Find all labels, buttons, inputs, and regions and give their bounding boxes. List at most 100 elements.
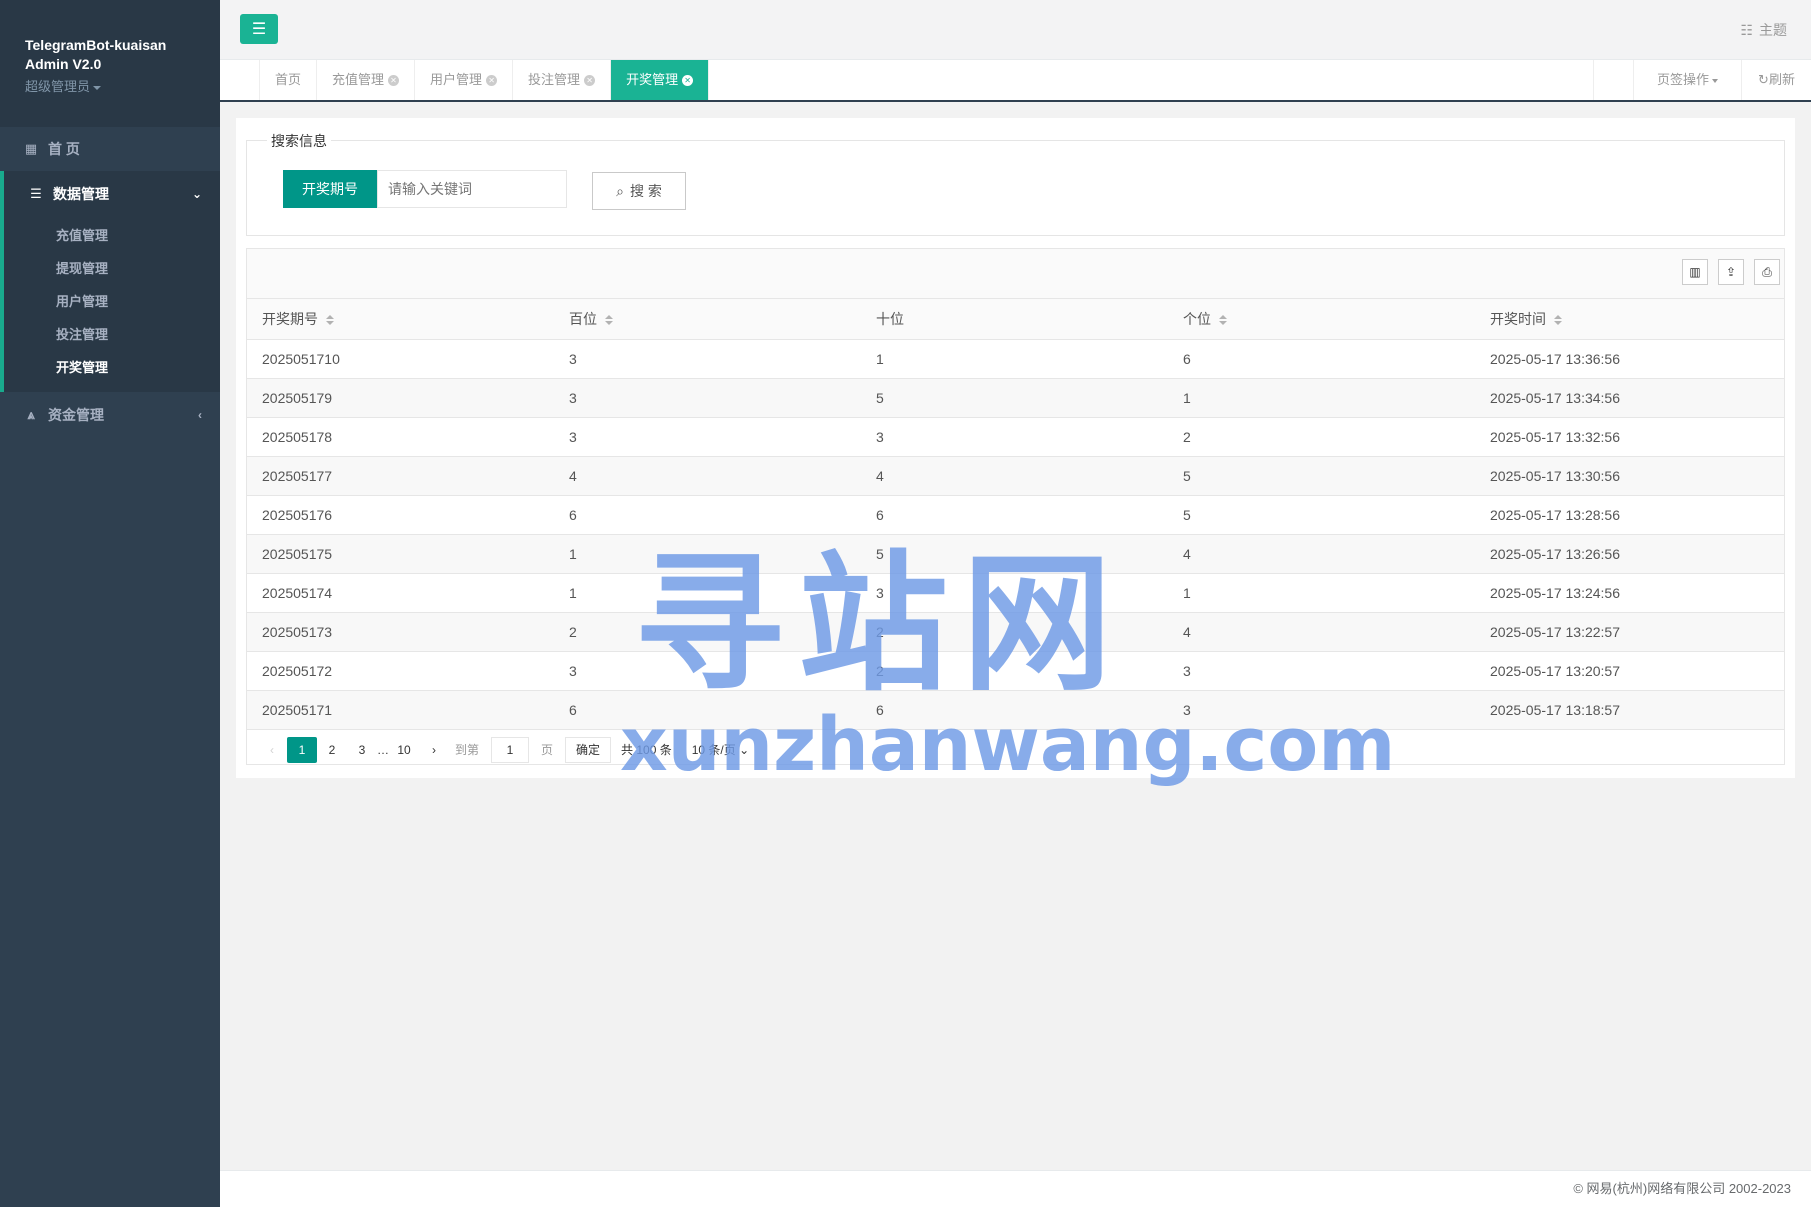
table-cell: 2 xyxy=(1168,417,1475,457)
column-header-time[interactable]: 开奖时间 xyxy=(1475,299,1784,340)
page-ellipsis: … xyxy=(377,742,389,757)
table-cell: 202505174 xyxy=(247,573,554,613)
print-icon: ⎙ xyxy=(1762,264,1772,279)
table-cell: 2 xyxy=(554,612,861,652)
close-icon[interactable]: ✕ xyxy=(584,75,596,87)
goto-confirm-button[interactable]: 确定 xyxy=(565,736,612,763)
table-cell: 2025-05-17 13:20:57 xyxy=(1475,651,1784,691)
tab-bets[interactable]: 投注管理 ✕ xyxy=(513,60,612,100)
sidebar-item-bets[interactable]: 投注管理 xyxy=(4,318,220,351)
table-cell: 1 xyxy=(861,339,1168,379)
table-cell: 4 xyxy=(1168,612,1475,652)
brand-block: TelegramBot-kuaisan Admin V2.0 超级管理员 xyxy=(0,0,220,127)
column-header-units[interactable]: 个位 xyxy=(1168,299,1475,340)
sidebar-item-fund-management[interactable]: ⩓ 资金管理 ‹ xyxy=(0,392,220,438)
list-icon: ☰ xyxy=(30,186,42,201)
sidebar-item-withdraw[interactable]: 提现管理 xyxy=(4,252,220,285)
theme-label: 主题 xyxy=(1759,22,1787,38)
tab-draws[interactable]: 开奖管理 ✕ xyxy=(611,60,710,100)
sidebar: TelegramBot-kuaisan Admin V2.0 超级管理员 ▦ 首… xyxy=(0,0,220,1207)
search-input[interactable] xyxy=(377,170,567,208)
chevron-left-icon: ‹ xyxy=(198,408,202,422)
close-icon[interactable]: ✕ xyxy=(486,75,498,87)
close-icon[interactable]: ✕ xyxy=(388,75,400,87)
table-cell: 2 xyxy=(861,612,1168,652)
table-cell: 5 xyxy=(861,534,1168,574)
theme-button[interactable]: ☷ 主题 xyxy=(1740,20,1787,40)
tab-home[interactable]: 首页 xyxy=(260,60,318,100)
table-row: 202505174 1 3 1 2025-05-17 13:24:56 xyxy=(247,573,1784,613)
table-cell: 2025-05-17 13:36:56 xyxy=(1475,339,1784,379)
refresh-label: 刷新 xyxy=(1768,72,1795,87)
tab-users[interactable]: 用户管理 ✕ xyxy=(415,60,514,100)
export-icon: ⇪ xyxy=(1725,265,1737,279)
table-cell: 3 xyxy=(1168,651,1475,691)
tab-recharge[interactable]: 充值管理 ✕ xyxy=(317,60,416,100)
goto-page-input[interactable]: 1 xyxy=(491,736,530,763)
print-button[interactable]: ⎙ xyxy=(1754,259,1780,285)
search-button[interactable]: ⌕ 搜 索 xyxy=(592,172,686,210)
table-cell: 2025-05-17 13:30:56 xyxy=(1475,456,1784,496)
sidebar-item-home[interactable]: ▦ 首 页 xyxy=(0,127,220,171)
table-cell: 202505172 xyxy=(247,651,554,691)
page-1[interactable]: 1 xyxy=(287,736,317,763)
table-cell: 2 xyxy=(861,651,1168,691)
role-dropdown[interactable]: 超级管理员 xyxy=(25,76,195,95)
close-icon[interactable]: ✕ xyxy=(682,75,694,87)
table-cell: 5 xyxy=(1168,456,1475,496)
pagination: ‹ 1 2 3 … 10 › 到第 1 页 确定 共 100 条 10 条/页 … xyxy=(247,730,1784,770)
table-cell: 3 xyxy=(554,417,861,457)
search-panel: 搜索信息 开奖期号 ⌕ 搜 索 xyxy=(246,131,1785,236)
table-cell: 4 xyxy=(861,456,1168,496)
search-button-label: 搜 索 xyxy=(629,183,662,199)
dashboard-icon: ▦ xyxy=(24,141,38,156)
main-content: 搜索信息 开奖期号 ⌕ 搜 索 ▥ ⇪ ⎙ 开奖期号 百位 十位 个位 开奖时间 … xyxy=(236,118,1795,778)
search-field-label: 开奖期号 xyxy=(283,170,377,208)
table-cell: 6 xyxy=(861,690,1168,730)
page-2[interactable]: 2 xyxy=(317,737,347,763)
refresh-button[interactable]: ↻刷新 xyxy=(1741,60,1811,100)
tab-operations-dropdown[interactable]: 页签操作 xyxy=(1633,60,1741,100)
column-header-hundreds[interactable]: 百位 xyxy=(554,299,861,340)
page-size-select[interactable]: 10 条/页 ⌄ xyxy=(688,737,753,763)
table-cell: 202505177 xyxy=(247,456,554,496)
page-unit-label: 页 xyxy=(541,743,554,757)
sort-icon[interactable] xyxy=(1219,314,1227,326)
sidebar-item-data-management[interactable]: ☰ 数据管理 ⌄ xyxy=(4,171,220,217)
table-cell: 2025-05-17 13:26:56 xyxy=(1475,534,1784,574)
table-row: 202505176 6 6 5 2025-05-17 13:28:56 xyxy=(247,495,1784,535)
table-cell: 2025-05-17 13:28:56 xyxy=(1475,495,1784,535)
footer: © 网易(杭州)网络有限公司 2002-2023 xyxy=(220,1170,1811,1207)
prev-page-icon[interactable]: ‹ xyxy=(257,737,287,763)
road-icon: ⩓ xyxy=(27,407,35,422)
sidebar-item-draws[interactable]: 开奖管理 xyxy=(4,351,220,384)
table-cell: 2025-05-17 13:34:56 xyxy=(1475,378,1784,418)
table-toolbar: ▥ ⇪ ⎙ xyxy=(247,249,1784,299)
table-cell: 3 xyxy=(554,378,861,418)
column-header-period[interactable]: 开奖期号 xyxy=(247,299,554,340)
top-bar: ☰ ☷ 主题 xyxy=(220,0,1811,60)
page-3[interactable]: 3 xyxy=(347,737,377,763)
table-cell: 202505171 xyxy=(247,690,554,730)
sort-icon[interactable] xyxy=(605,314,613,326)
sidebar-item-recharge[interactable]: 充值管理 xyxy=(4,219,220,252)
sidebar-item-users[interactable]: 用户管理 xyxy=(4,285,220,318)
table-row: 202505171 6 6 3 2025-05-17 13:18:57 xyxy=(247,690,1784,730)
data-table-panel: ▥ ⇪ ⎙ 开奖期号 百位 十位 个位 开奖时间 2025051710 3 1 6 20… xyxy=(246,248,1785,765)
table-cell: 3 xyxy=(554,339,861,379)
sort-icon[interactable] xyxy=(326,314,334,326)
table-cell: 202505176 xyxy=(247,495,554,535)
page-10[interactable]: 10 xyxy=(389,737,419,763)
tab-scroll-right[interactable] xyxy=(1593,60,1633,100)
table-row: 202505177 4 4 5 2025-05-17 13:30:56 xyxy=(247,456,1784,496)
caret-down-icon xyxy=(93,85,102,90)
sort-icon[interactable] xyxy=(1554,314,1562,326)
table-cell: 202505178 xyxy=(247,417,554,457)
table-row: 202505172 3 2 3 2025-05-17 13:20:57 xyxy=(247,651,1784,691)
tab-scroll-left[interactable] xyxy=(220,60,260,100)
columns-filter-button[interactable]: ▥ xyxy=(1682,259,1708,285)
sidebar-item-label: 首 页 xyxy=(48,141,80,157)
menu-toggle-button[interactable]: ☰ xyxy=(240,14,278,44)
next-page-icon[interactable]: › xyxy=(419,737,449,763)
export-button[interactable]: ⇪ xyxy=(1718,259,1744,285)
